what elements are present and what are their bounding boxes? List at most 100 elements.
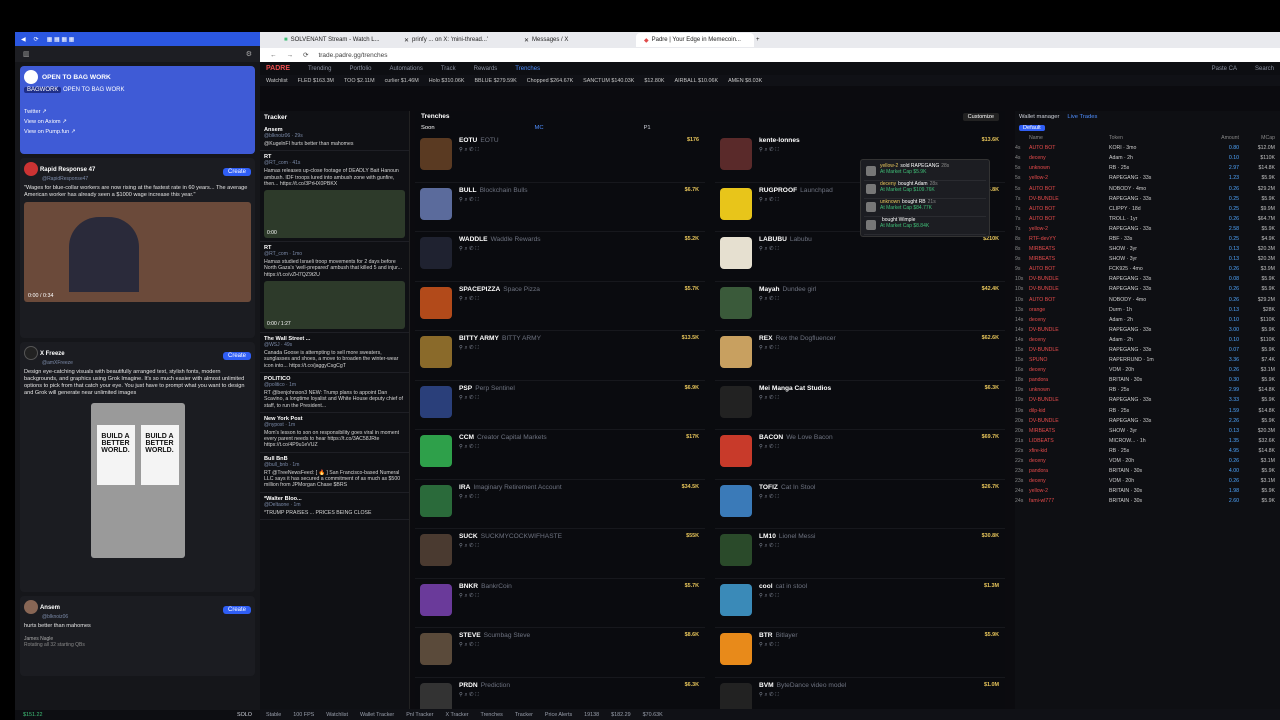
extensions-icon[interactable]: ▦ ▦ ▦ ▦ — [47, 36, 75, 43]
token-row[interactable]: BITTY ARMY BITTY ARMY ⚲ ⌕ ✆ ⛶ $13.5K — [415, 331, 705, 381]
tracker-post[interactable]: RT @RT_com · 1mo Hamas studied Israeli tro… — [260, 242, 409, 334]
tracker-post[interactable]: Bull BnB @bull_bnb · 1m RT @TreeNewsFeed: … — [260, 453, 409, 493]
live-trades-tab[interactable]: Live Trades — [1067, 114, 1097, 120]
tracker-post[interactable]: Ansem @blknoiz06 · 29s @KugelnFI hurts bet… — [260, 124, 409, 152]
trade-row[interactable]: 5s AUTO BOT NOBODY · 4mo 0.26 $29.2M — [1015, 183, 1280, 193]
footer-item[interactable]: Wallet Tracker — [360, 712, 394, 718]
trade-row[interactable]: 20s MIRBEATS SHOW · 3yr 0.13 $20.3M — [1015, 426, 1280, 436]
tracker-video[interactable]: 0:00 / 1:27 — [264, 281, 405, 330]
trade-row[interactable]: 4s AUTO BOT KORI · 3mo 0.80 $12.0M — [1015, 143, 1280, 153]
trade-row[interactable]: 8s MIRBEATS SHOW · 3yr 0.13 $20.3M — [1015, 244, 1280, 254]
create-button[interactable]: Create — [222, 168, 251, 176]
trade-row[interactable]: 13s orange Durm · 1h 0.13 $28K — [1015, 305, 1280, 315]
tab-padre[interactable]: ◆ Padre | Your Edge in Memecoin... — [636, 33, 754, 47]
bag-work-card[interactable]: OPEN TO BAG WORK BAGWORK OPEN TO BAG WOR… — [20, 66, 255, 154]
ticker-item[interactable]: Chopped $264.67K — [527, 78, 573, 84]
trade-row[interactable]: 15s DV-BUNDLE RAPEGANG · 33s 0.07 $5.9K — [1015, 345, 1280, 355]
trade-notification[interactable]: bought Wimple At Market Cap $8.84K — [864, 217, 986, 235]
ticker-item[interactable]: TOO $2.11M — [344, 78, 375, 84]
token-row[interactable]: BNKR BankrCoin ⚲ ⌕ ✆ ⛶ $5.7K — [415, 579, 705, 628]
reload-icon[interactable]: ⟳ — [303, 51, 308, 59]
trade-row[interactable]: 10s DV-BUNDLE RAPEGANG · 33s 0.08 $5.9K — [1015, 274, 1280, 284]
sidebar-icon[interactable]: ▥ — [23, 50, 30, 58]
footer-item[interactable]: Trenches — [481, 712, 503, 718]
footer-item[interactable]: Price Alerts — [545, 712, 572, 718]
nav-portfolio[interactable]: Portfolio — [349, 66, 371, 72]
trade-row[interactable]: 14s deceny Adam · 2h 0.10 $110K — [1015, 315, 1280, 325]
tracker-post[interactable]: New York Post @nypost · 1m Mom's lesson to… — [260, 413, 409, 453]
trade-row[interactable]: 10s DV-BUNDLE RAPEGANG · 33s 0.26 $5.9K — [1015, 284, 1280, 294]
trade-row[interactable]: 20s DV-BUNDLE RAPEGANG · 33s 2.26 $5.9K — [1015, 416, 1280, 426]
forward-icon[interactable]: → — [287, 52, 294, 59]
footer-item[interactable]: X Tracker — [445, 712, 468, 718]
trade-row[interactable]: 19s DV-BUNDLE RAPEGANG · 33s 3.33 $5.9K — [1015, 395, 1280, 405]
mc-filter[interactable]: MC — [535, 125, 544, 131]
ticker-item[interactable]: Holo $310.06K — [429, 78, 465, 84]
token-row[interactable]: REX Rex the Dogfluencer ⚲ ⌕ ✆ ⛶ $62.6K — [715, 331, 1005, 381]
token-row[interactable]: PSP Perp Sentinel ⚲ ⌕ ✆ ⛶ $6.9K — [415, 381, 705, 430]
token-row[interactable]: STEVE Scumbag Steve ⚲ ⌕ ✆ ⛶ $8.6K — [415, 628, 705, 678]
ticker-item[interactable]: AIRBALL $10.06K — [675, 78, 719, 84]
customize-button[interactable]: Customize — [962, 112, 999, 121]
trade-row[interactable]: 7s AUTO BOT TROLL · 1yr 0.26 $64.7M — [1015, 214, 1280, 224]
poster-image[interactable]: BUILD A BETTER WORLD. BUILD A BETTER WOR… — [90, 403, 185, 558]
trade-row[interactable]: 23s pandora BRITAIN · 30s 4.00 $5.9K — [1015, 466, 1280, 476]
trade-row[interactable]: 23s deceny VOM · 20h 0.26 $3.1M — [1015, 476, 1280, 486]
ticker-item[interactable]: $12.80K — [644, 78, 664, 84]
footer-item[interactable]: Stable — [266, 712, 281, 718]
ticker-item[interactable]: SANCTUM $140.03K — [583, 78, 634, 84]
axiom-link[interactable]: View on Axiom ↗ — [24, 117, 251, 127]
trade-row[interactable]: 16s deceny VOM · 20h 0.26 $3.1M — [1015, 365, 1280, 375]
trade-row[interactable]: 5s yellow-2 RAPEGANG · 33s 1.23 $5.9K — [1015, 173, 1280, 183]
trade-notification[interactable]: yellow-2 sold RAPEGANG 28s At Market Cap $5… — [864, 163, 986, 181]
nav-rewards[interactable]: Rewards — [474, 66, 498, 72]
token-row[interactable]: cool cat in stool ⚲ ⌕ ✆ ⛶ $1.3M — [715, 579, 1005, 628]
token-row[interactable]: Mayah Dundee girl ⚲ ⌕ ✆ ⛶ $42.4K — [715, 282, 1005, 331]
tab-messages[interactable]: ✕ Messages / X — [516, 33, 634, 47]
trade-row[interactable]: 18s pandora BRITAIN · 30s 0.30 $5.9K — [1015, 375, 1280, 385]
token-row[interactable]: Mei Manga Cat Studios ⚲ ⌕ ✆ ⛶ $6.3K — [715, 381, 1005, 430]
tracker-video[interactable]: 0:00 — [264, 190, 405, 239]
trade-row[interactable]: 14s deceny Adam · 2h 0.10 $110K — [1015, 335, 1280, 345]
footer-item[interactable]: $182.29 — [611, 712, 631, 718]
footer-item[interactable]: $70.63K — [643, 712, 663, 718]
video-player[interactable]: 0:00 / 0:34 — [24, 202, 251, 302]
footer-item[interactable]: 100 FPS — [293, 712, 314, 718]
token-row[interactable]: CCM Creator Capital Markets ⚲ ⌕ ✆ ⛶ $17K — [415, 430, 705, 480]
trade-row[interactable]: 5s unknown RB · 25s 2.97 $14.8K — [1015, 163, 1280, 173]
token-row[interactable]: BVM ByteDance video model ⚲ ⌕ ✆ ⛶ $1.0M — [715, 678, 1005, 711]
preset-default[interactable]: Default — [1019, 124, 1045, 131]
paste-ca-input[interactable]: Paste CA — [1212, 66, 1237, 72]
twitter-link[interactable]: Twitter ↗ — [24, 107, 251, 117]
tracker-post[interactable]: *Walter Bloo... @Deltaone · 1m *TRUMP PRAI… — [260, 493, 409, 520]
create-button[interactable]: Create — [222, 352, 251, 360]
pumpfun-link[interactable]: View on Pump.fun ↗ — [24, 127, 251, 137]
trade-row[interactable]: 22s deceny VOM · 20h 0.26 $3.1M — [1015, 456, 1280, 466]
new-tab-icon[interactable]: + — [756, 37, 760, 43]
nav-automations[interactable]: Automations — [389, 66, 422, 72]
wallet-manager-tab[interactable]: Wallet manager — [1019, 114, 1059, 120]
footer-item[interactable]: Pnl Tracker — [406, 712, 433, 718]
token-row[interactable]: LABUBU Labubu ⚲ ⌕ ✆ ⛶ $210K — [715, 232, 1005, 282]
trade-row[interactable]: 19s unknown RB · 25s 2.99 $14.8K — [1015, 385, 1280, 395]
trade-row[interactable]: 7s DV-BUNDLE RAPEGANG · 33s 0.25 $5.9K — [1015, 194, 1280, 204]
ticker-item[interactable]: FLED $163.3M — [298, 78, 334, 84]
nav-track[interactable]: Track — [441, 66, 456, 72]
footer-item[interactable]: Tracker — [515, 712, 533, 718]
nav-trenches[interactable]: Trenches — [515, 66, 540, 72]
token-row[interactable]: SPACEPIZZA Space Pizza ⚲ ⌕ ✆ ⛶ $5.7K — [415, 282, 705, 331]
ticker-item[interactable]: AMEN $8.03K — [728, 78, 762, 84]
trade-row[interactable]: 21s LIDBEATS MICROW... · 1h 1.35 $32.6K — [1015, 436, 1280, 446]
token-row[interactable]: BACON We Love Bacon ⚲ ⌕ ✆ ⛶ $69.7K — [715, 430, 1005, 480]
token-row[interactable]: BULL Blockchain Bulls ⚲ ⌕ ✆ ⛶ $6.7K — [415, 183, 705, 232]
back-icon[interactable]: ◀ — [21, 36, 26, 43]
tab-stream[interactable]: ■ SOLVENANT Stream - Watch L... — [276, 33, 394, 47]
footer-item[interactable]: Watchlist — [326, 712, 348, 718]
token-row[interactable]: WADDLE Waddle Rewards ⚲ ⌕ ✆ ⛶ $5.2K — [415, 232, 705, 282]
token-row[interactable]: SUCK SUCKMYCOCKWIFHASTE ⚲ ⌕ ✆ ⛶ $55K — [415, 529, 705, 579]
footer-item[interactable]: 19138 — [584, 712, 599, 718]
back-icon[interactable]: ← — [270, 52, 277, 59]
solo-toggle[interactable]: SOLO — [237, 712, 252, 718]
token-row[interactable]: EOTU EOTU ⚲ ⌕ ✆ ⛶ $176 — [415, 133, 705, 183]
trade-row[interactable]: 8s RTF-devYY RBF · 33s 0.25 $4.9K — [1015, 234, 1280, 244]
